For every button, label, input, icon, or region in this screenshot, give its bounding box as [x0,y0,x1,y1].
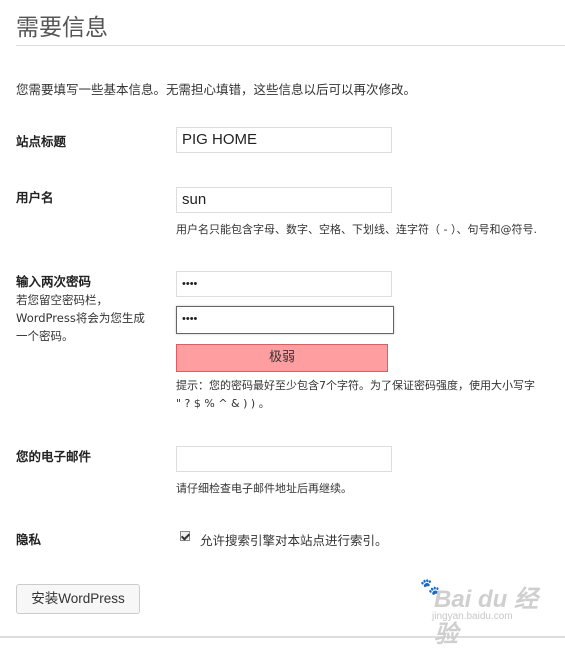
baidu-jingyan-watermark: 🐾 Bai du 经验 jingyan.baidu.com [420,577,560,648]
password-label: 输入两次密码 [16,274,92,289]
password-sublabel: 若您留空密码栏， WordPress将会为您生成 一个密码。 [16,291,166,345]
password-hint-line-2: " ? $ % ^ & ) ) 。 [176,397,270,410]
password-input-1[interactable]: •••• [176,271,392,297]
password-sublabel-line: 一个密码。 [16,329,74,343]
email-hint: 请仔细检查电子邮件地址后再继续。 [176,482,352,495]
username-label: 用户名 [16,190,54,205]
title-divider [16,45,565,46]
email-input[interactable] [176,446,392,472]
password-hint-line-1: 提示：您的密码最好至少包含7个字符。为了保证密码强度，使用大小写字 [176,379,535,392]
intro-text: 您需要填写一些基本信息。无需担心填错，这些信息以后可以再次修改。 [16,82,417,97]
username-input[interactable]: sun [176,187,392,213]
page-title: 需要信息 [16,15,108,41]
email-label: 您的电子邮件 [16,449,92,464]
password-sublabel-line: WordPress将会为您生成 [16,311,145,325]
watermark-sub-text: jingyan.baidu.com [432,611,513,622]
site-title-input[interactable]: PIG HOME [176,127,392,153]
password-strength-indicator: 极弱 [176,344,388,372]
install-page: 需要信息 您需要填写一些基本信息。无需担心填错，这些信息以后可以再次修改。 站点… [0,0,565,648]
search-index-checkbox-label[interactable]: 允许搜索引擎对本站点进行索引。 [200,530,388,549]
site-title-label: 站点标题 [16,134,67,149]
password-input-2[interactable]: •••• [176,306,394,334]
search-index-checkbox[interactable] [180,531,190,541]
install-wordpress-button[interactable]: 安装WordPress [16,584,140,614]
password-sublabel-line: 若您留空密码栏， [16,293,108,307]
privacy-label: 隐私 [16,532,42,547]
username-hint: 用户名只能包含字母、数字、空格、下划线、连字符（ - ）、句号和@符号. [176,223,537,236]
